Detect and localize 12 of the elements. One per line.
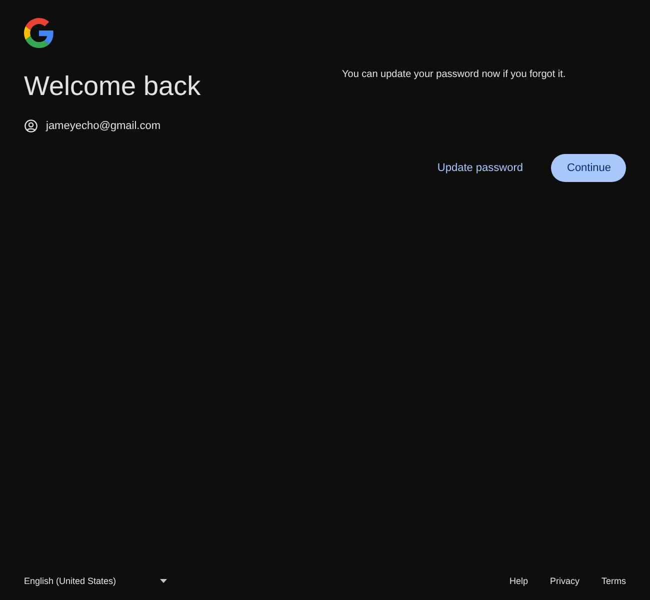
info-message: You can update your password now if you forgot it. xyxy=(342,68,567,82)
footer-link[interactable]: Help xyxy=(509,574,528,588)
update-password-button[interactable]: Update password xyxy=(437,154,523,182)
account-email: jameyecho@gmail.com xyxy=(46,118,160,134)
language-select[interactable]: English (United States) xyxy=(24,574,172,588)
footer-link[interactable]: Privacy xyxy=(550,574,580,588)
page-title: Welcome back xyxy=(24,70,202,103)
account-icon xyxy=(24,119,38,133)
footer-link[interactable]: Terms xyxy=(602,574,626,588)
caret-icon xyxy=(160,579,168,584)
continue-button[interactable]: Continue xyxy=(551,154,626,182)
logo-icon xyxy=(24,18,54,48)
